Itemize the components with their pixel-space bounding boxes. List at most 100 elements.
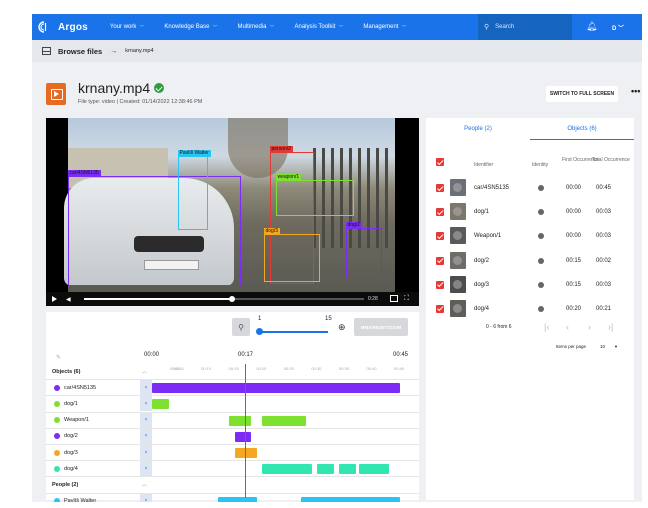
remove-row-icon[interactable]: × (140, 380, 152, 396)
row-checkbox[interactable] (436, 184, 444, 192)
table-row[interactable]: dog/4 00:20 00:21 (426, 297, 634, 321)
play-icon[interactable] (52, 296, 57, 302)
row-first-occurrence: 00:00 (566, 185, 582, 191)
menu-multimedia[interactable]: Multimedia ﹀ (237, 24, 274, 31)
more-options-button[interactable]: ••• (631, 86, 640, 96)
color-dot-icon (54, 417, 60, 424)
fullscreen-button[interactable]: SWITCH TO FULL SCREEN (546, 86, 618, 102)
seek-handle[interactable] (229, 296, 236, 302)
bell-icon[interactable]: 🔔︎ (586, 21, 597, 32)
seek-bar[interactable] (84, 296, 364, 302)
zoom-slider[interactable] (258, 331, 328, 333)
zoom-in-icon[interactable]: ⊕ (338, 322, 346, 333)
table-row[interactable]: Weapon/1 00:00 00:03 (426, 224, 634, 248)
row-checkbox[interactable] (436, 256, 444, 265)
timeline-segment[interactable] (218, 496, 257, 502)
next-page-icon[interactable]: › (588, 322, 591, 332)
remove-row-icon[interactable]: × (140, 412, 152, 428)
timeline-row: dog/2 × (46, 428, 419, 445)
page: Argos Your work ﹀ Knowledge Base ﹀ Multime… (0, 0, 648, 508)
table-row[interactable]: dog/2 00:15 00:02 (426, 249, 634, 273)
timeline-group[interactable]: Objects (6) ︿ 00:01 00:05 00:10 00:15 00:20 00:… (46, 364, 419, 381)
table-row[interactable]: dog/1 00:00 00:03 (426, 200, 634, 224)
page-range: 0 - 6 from 6 (486, 324, 512, 330)
remove-row-icon[interactable]: × (140, 428, 152, 444)
user-menu[interactable]: D ﹀ (612, 23, 624, 32)
search-input[interactable]: ⚲ Search (478, 14, 572, 40)
menu-management[interactable]: Management ﹀ (363, 24, 406, 31)
picture-in-picture-icon[interactable] (390, 295, 398, 302)
timeline-row: dog/1 × (46, 396, 419, 413)
row-checkbox[interactable] (436, 304, 444, 313)
timeline-lane (152, 494, 400, 502)
timeline-segment[interactable] (300, 496, 400, 502)
remove-row-icon[interactable]: × (140, 445, 152, 461)
timeline-segment[interactable] (229, 415, 252, 426)
row-checkbox[interactable] (436, 208, 444, 217)
brand-name[interactable]: Argos (58, 22, 88, 33)
prev-page-icon[interactable]: ‹ (566, 322, 569, 332)
identity-indicator-icon (538, 281, 544, 288)
column-identifier[interactable]: Identifier (474, 162, 493, 168)
menu-knowledge-base[interactable]: Knowledge Base ﹀ (164, 24, 217, 31)
table-row[interactable]: car/4SN5135 00:00 00:45 (426, 176, 634, 200)
caret-up-icon[interactable]: ︿ (142, 368, 147, 375)
timeline-segment[interactable] (262, 415, 307, 426)
browse-files-icon[interactable] (42, 47, 51, 55)
video-player[interactable]: car/4SN5135 Pavlíš Walter person/2 weapo… (46, 118, 419, 306)
volume-icon[interactable]: ◀︎ (66, 296, 71, 303)
timeline-segment[interactable] (234, 431, 252, 442)
row-label: dog/3 (46, 449, 140, 456)
edit-icon[interactable]: ✎ (56, 354, 61, 361)
menu-your-work[interactable]: Your work ﹀ (110, 24, 144, 31)
row-label: Weapon/1 (46, 417, 140, 424)
bbox-weapon-1[interactable]: weapon/1 (275, 174, 354, 216)
color-dot-icon (54, 498, 60, 502)
bbox-car[interactable]: car/4SN5135 (67, 170, 241, 286)
timeline-group[interactable]: People (2) ︿ (46, 477, 419, 494)
timeline-segment[interactable] (317, 464, 334, 475)
row-identifier: dog/3 (474, 281, 490, 288)
caret-up-icon[interactable]: ︿ (142, 481, 147, 488)
tick-label: 00:35 (338, 366, 349, 371)
row-checkbox[interactable] (436, 280, 444, 289)
row-name: car/4SN5135 (64, 384, 97, 391)
remove-row-icon[interactable]: × (140, 461, 152, 477)
bbox-dog-2[interactable]: dog/2 (345, 222, 382, 278)
remove-row-icon[interactable]: × (140, 396, 152, 412)
timeline-playhead[interactable] (245, 364, 246, 498)
menu-analysis-toolkit[interactable]: Analysis Toolkit ﹀ (294, 24, 343, 31)
first-page-icon[interactable]: |‹ (544, 322, 549, 332)
timeline-segment[interactable] (262, 464, 312, 475)
breadcrumb-browse-files[interactable]: Browse files (58, 47, 102, 56)
timeline-segment[interactable] (339, 464, 356, 475)
verified-check-icon (154, 83, 165, 93)
reset-zoom-button[interactable]: MMA/RESETZOOM (354, 318, 408, 336)
argos-logo-icon[interactable] (38, 21, 50, 33)
items-per-page-select[interactable]: 10 (600, 344, 605, 349)
zoom-out-button[interactable]: ⚲ (232, 318, 250, 336)
bbox-label: dog/2 (345, 222, 363, 229)
last-page-icon[interactable]: ›| (608, 322, 613, 332)
zoom-slider-handle[interactable] (256, 328, 263, 335)
remove-row-icon[interactable]: × (140, 493, 152, 502)
timeline-row: dog/3 × (46, 445, 419, 462)
timeline-segment[interactable] (152, 383, 400, 394)
timeline-segment[interactable] (152, 399, 169, 410)
row-checkbox[interactable] (436, 232, 444, 241)
bbox-pavlis-walter[interactable]: Pavlíš Walter (177, 150, 211, 230)
fullscreen-icon[interactable]: ⛶ (404, 295, 409, 303)
timeline-segment[interactable] (358, 464, 389, 475)
row-total-occurrence: 00:03 (596, 233, 612, 240)
timeline-header: ✎ 00:00 00:17 00:45 (46, 346, 419, 366)
bbox-dog-3[interactable]: dog/3 (263, 228, 320, 282)
tab-objects[interactable]: Objects (6) (530, 118, 634, 140)
select-all-checkbox[interactable] (436, 158, 444, 166)
caret-down-icon[interactable]: ▼ (614, 344, 618, 349)
tab-people[interactable]: People (2) (426, 118, 530, 140)
column-identity[interactable]: Identity (532, 162, 548, 168)
timeline-lane (152, 396, 400, 411)
tick-label: 00:25 (283, 366, 294, 371)
table-row[interactable]: dog/3 00:15 00:03 (426, 273, 634, 297)
column-total-occurrence[interactable]: Total Occurrence (592, 157, 630, 163)
